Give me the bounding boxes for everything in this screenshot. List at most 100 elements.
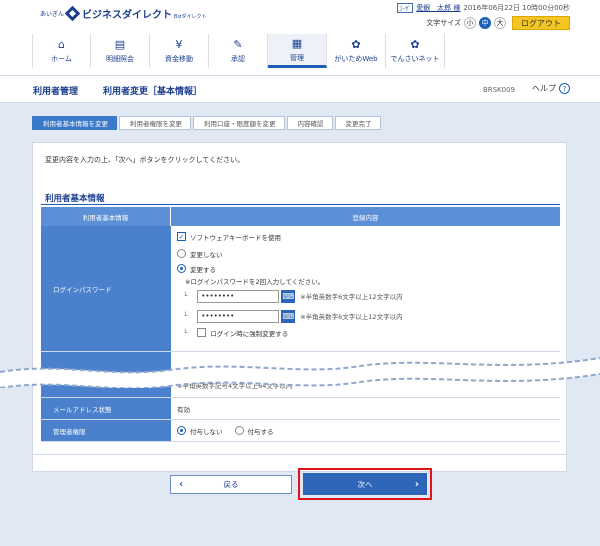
checkbox-label: ソフトウェアキーボードを使用	[190, 233, 281, 242]
table-row: メールアドレス状態 有効	[41, 398, 560, 420]
statement-icon: ▤	[114, 38, 126, 51]
step-item: 利用口座・限度額を変更	[193, 116, 285, 130]
password-hint: ※半角英数字6文字以上12文字以内	[300, 313, 403, 321]
column-header: 登録内容	[352, 213, 379, 222]
header: あいぎん ビジネスダイレクト Bizダイレクト ﾕｰｻﾞ 愛銀 太郎 様 201…	[0, 0, 600, 75]
logo-sub: Bizダイレクト	[174, 13, 207, 20]
indent-mark: └	[183, 328, 188, 337]
logo-name: ビジネスダイレクト	[82, 9, 173, 21]
indent-mark: └	[183, 312, 188, 320]
chevron-left-icon: ‹	[179, 479, 184, 490]
software-keyboard-checkbox[interactable]: ✓ ソフトウェアキーボードを使用	[177, 230, 554, 243]
table-header: 利用者基本情報 登録内容	[41, 207, 560, 226]
help-icon: ?	[559, 83, 570, 94]
radio-icon	[234, 426, 244, 435]
nav-statement[interactable]: ▤ 明細照会	[91, 34, 150, 68]
step-indicator: 利用者基本情報を変更 利用者権限を変更 利用口座・限度額を変更 内容確認 変更完…	[32, 116, 383, 130]
row-label: 管理者権限	[41, 420, 171, 441]
radio-admin-yes[interactable]: 付与する	[234, 424, 274, 437]
row-label: ログインパスワード	[41, 226, 171, 351]
checkbox-icon	[197, 328, 207, 337]
transfer-icon: ¥	[175, 38, 183, 51]
password-row: └ •••••••• ⌨ ※半角英数字6文字以上12文字以内	[177, 286, 554, 306]
help-label: ヘルプ	[532, 84, 556, 93]
omission-tear-graphic	[0, 357, 600, 388]
nav-approval[interactable]: ✎ 承認	[209, 34, 268, 68]
nav-densai-net[interactable]: ✿ でんさいネット	[386, 34, 445, 68]
user-info: ﾕｰｻﾞ 愛銀 太郎 様 2016年06月22日 10時00分00秒	[397, 3, 570, 13]
section-divider	[41, 204, 560, 205]
logo-mark-icon	[64, 5, 81, 21]
nav-label: でんさいネット	[390, 55, 440, 63]
logout-button[interactable]: ログアウト	[512, 16, 570, 30]
user-name[interactable]: 愛銀 太郎 様	[416, 3, 460, 13]
home-icon: ⌂	[58, 38, 65, 51]
nav-admin[interactable]: ▦ 管理	[268, 34, 327, 68]
global-nav: ⌂ ホーム ▤ 明細照会 ¥ 資金移動 ✎ 承認 ▦ 管理 ✿ がいためWeb …	[32, 34, 445, 68]
password-note: ※ログインパスワードを2回入力してください。	[185, 277, 325, 286]
software-keyboard-icon[interactable]: ⌨	[281, 289, 296, 303]
next-button[interactable]: 次へ ›	[303, 473, 427, 495]
indent-mark: └	[183, 292, 188, 300]
button-divider	[32, 454, 567, 455]
checkbox-checked-icon: ✓	[177, 232, 186, 241]
font-size-switcher: 文字サイズ 小 中 大 ログアウト	[426, 16, 570, 30]
force-change-checkbox[interactable]: └ ログイン時に強制変更する	[177, 326, 554, 339]
approval-icon: ✎	[233, 38, 243, 51]
radio-label: 付与しない	[190, 427, 223, 436]
table-row: ログインパスワード ✓ ソフトウェアキーボードを使用 変更しない 変更する ※ロ…	[41, 226, 560, 352]
step-item: 利用者権限を変更	[119, 116, 191, 130]
page-title: 利用者変更［基本情報］	[103, 87, 203, 97]
row-value: 付与しない 付与する	[171, 420, 560, 441]
nav-label: 明細照会	[106, 55, 134, 63]
software-keyboard-icon[interactable]: ⌨	[281, 309, 296, 323]
nav-label: 管理	[290, 53, 304, 62]
nav-label: 資金移動	[165, 55, 193, 63]
checkbox-label: ログイン時に強制変更する	[210, 329, 289, 338]
instruction-text: 変更内容を入力の上、「次へ」ボタンをクリックしてください。	[45, 156, 245, 164]
radio-selected-icon	[177, 426, 186, 435]
radio-no-change[interactable]: 変更しない	[177, 247, 554, 260]
next-button-label: 次へ	[357, 479, 373, 489]
radio-change[interactable]: 変更する	[177, 262, 554, 275]
last-login: 2016年06月22日 10時00分00秒	[463, 4, 570, 12]
row-label: メールアドレス状態	[41, 398, 171, 419]
admin-icon: ▦	[291, 36, 303, 50]
logo-prefix: あいぎん	[40, 10, 65, 18]
column-header: 利用者基本情報	[41, 207, 171, 226]
section-heading: 利用者基本情報	[45, 194, 105, 204]
user-info-table: 利用者基本情報 登録内容 ログインパスワード ✓ ソフトウェアキーボードを使用 …	[41, 207, 560, 442]
title-bar: 利用者管理 利用者変更［基本情報］ BRSK009 ヘルプ ?	[0, 75, 600, 103]
radio-label: 変更しない	[190, 250, 223, 259]
next-button-highlight: 次へ ›	[298, 468, 432, 500]
password-input[interactable]: ••••••••	[197, 289, 280, 303]
logo[interactable]: あいぎん ビジネスダイレクト Bizダイレクト	[40, 5, 207, 21]
font-size-small-button[interactable]: 小	[464, 17, 476, 29]
font-size-large-button[interactable]: 大	[494, 17, 506, 29]
back-button-label: 戻る	[223, 480, 239, 489]
help-link[interactable]: ヘルプ ?	[532, 83, 570, 94]
password-hint: ※半角英数字6文字以上12文字以内	[300, 293, 403, 301]
nav-transfer[interactable]: ¥ 資金移動	[150, 34, 209, 68]
nav-home[interactable]: ⌂ ホーム	[32, 34, 91, 68]
user-icon: ﾕｰｻﾞ	[397, 3, 414, 13]
radio-label: 変更する	[190, 265, 216, 274]
table-row: 管理者権限 付与しない 付与する	[41, 420, 560, 442]
web-icon: ✿	[351, 38, 361, 51]
font-size-medium-button[interactable]: 中	[479, 17, 491, 29]
step-item: 変更完了	[334, 116, 381, 130]
radio-selected-icon	[177, 264, 186, 273]
nav-gaitame-web[interactable]: ✿ がいためWeb	[327, 34, 386, 68]
step-item: 内容確認	[286, 116, 333, 130]
password-confirm-input[interactable]: ••••••••	[197, 309, 280, 323]
section-title: 利用者管理	[33, 87, 79, 97]
main-panel: 変更内容を入力の上、「次へ」ボタンをクリックしてください。 利用者基本情報 利用…	[32, 142, 567, 472]
email-status-value: 有効	[177, 405, 190, 414]
denzai-icon: ✿	[410, 38, 420, 51]
radio-icon	[177, 249, 186, 258]
radio-admin-no[interactable]: 付与しない	[177, 424, 223, 437]
back-button[interactable]: ‹ 戻る	[170, 475, 292, 494]
chevron-right-icon: ›	[414, 478, 419, 490]
font-size-label: 文字サイズ	[426, 19, 461, 27]
step-item: 利用者基本情報を変更	[32, 116, 117, 130]
